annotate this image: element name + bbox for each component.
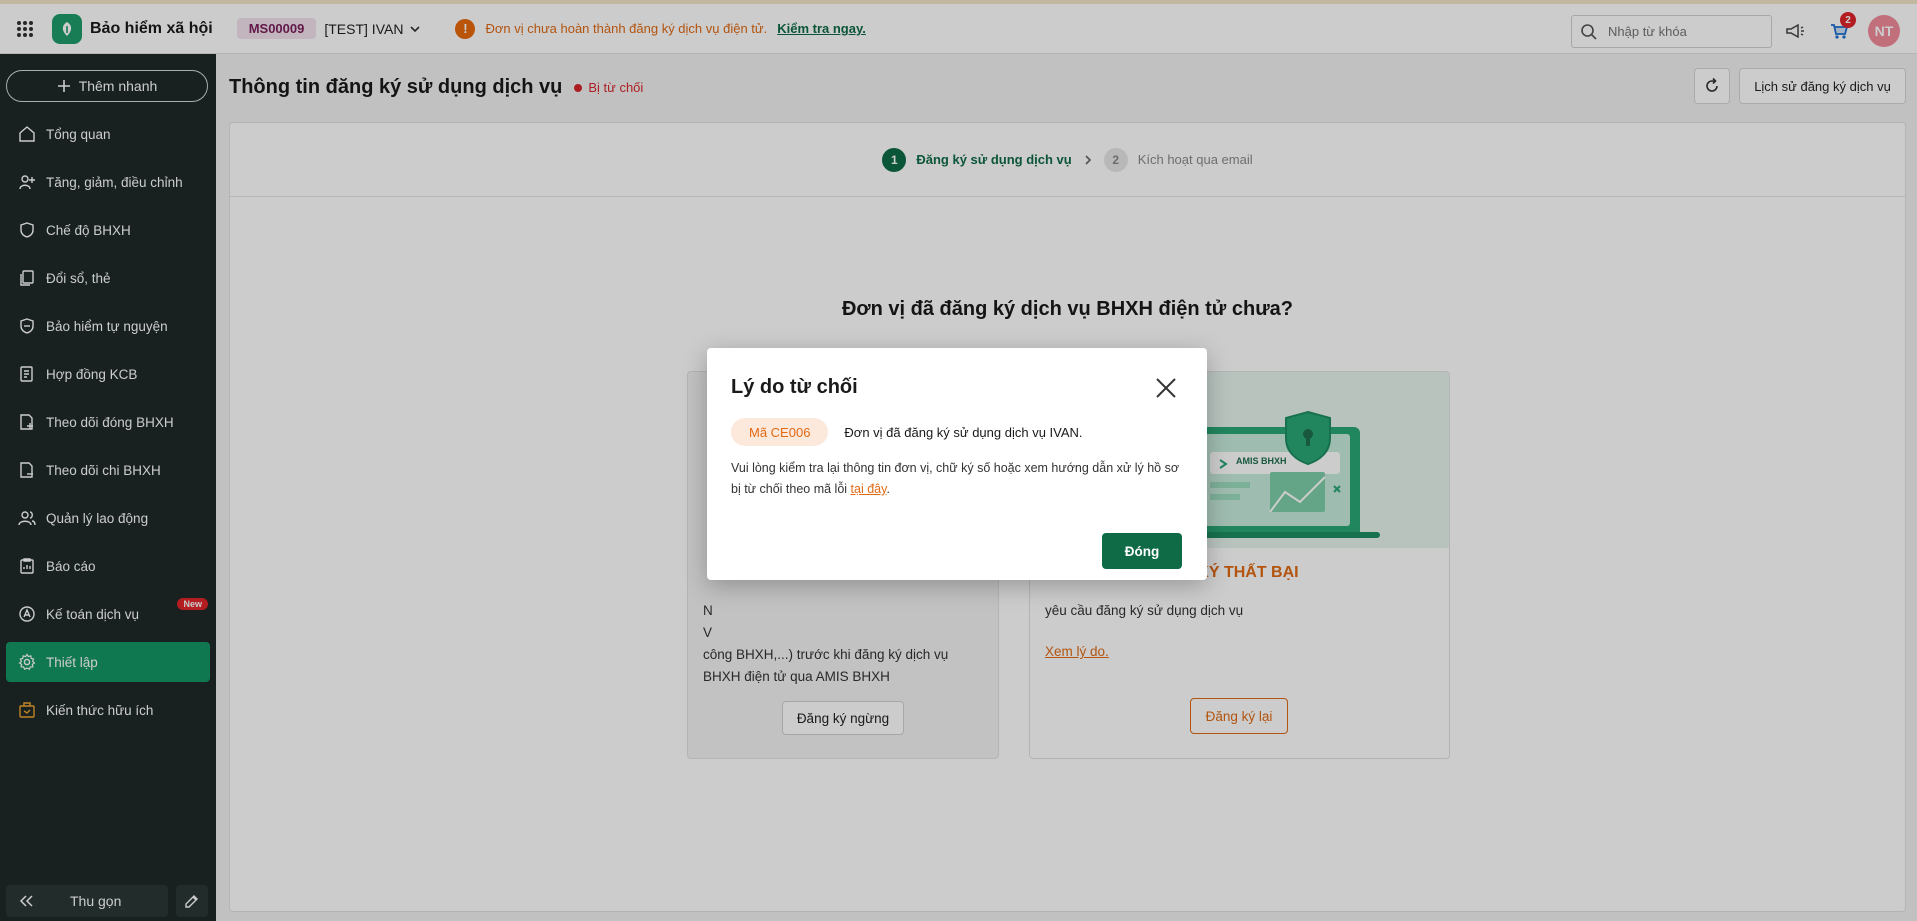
- close-icon[interactable]: [1152, 374, 1180, 402]
- guide-link[interactable]: tại đây: [851, 482, 887, 496]
- error-code-badge: Mã CE006: [731, 418, 829, 446]
- dialog-description-text: Vui lòng kiểm tra lại thông tin đơn vị, …: [731, 461, 1180, 496]
- rejection-reason-dialog: Lý do từ chối Mã CE006 Đơn vị đã đăng ký…: [707, 348, 1207, 580]
- close-button[interactable]: Đóng: [1102, 533, 1182, 569]
- dialog-description: Vui lòng kiểm tra lại thông tin đơn vị, …: [731, 458, 1191, 500]
- error-row: Mã CE006 Đơn vị đã đăng ký sử dụng dịch …: [731, 418, 1083, 446]
- error-message: Đơn vị đã đăng ký sử dụng dịch vụ IVAN.: [844, 424, 1083, 440]
- dialog-description-suffix: .: [886, 482, 890, 496]
- dialog-title: Lý do từ chối: [731, 376, 858, 398]
